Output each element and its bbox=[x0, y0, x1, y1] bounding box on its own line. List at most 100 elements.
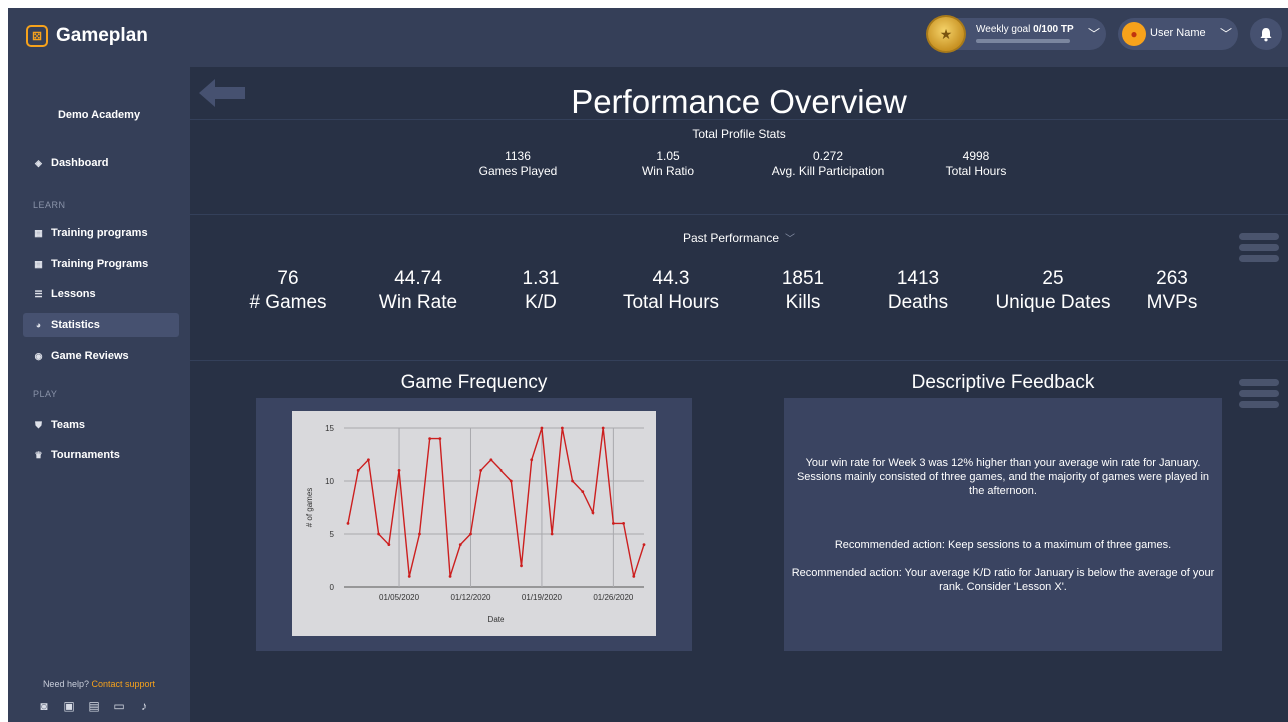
stat-label: Unique Dates bbox=[995, 292, 1111, 313]
data-point bbox=[540, 426, 544, 430]
contact-support-link[interactable]: Contact support bbox=[92, 679, 156, 689]
stat-label: Games Played bbox=[478, 164, 558, 178]
data-point bbox=[448, 575, 452, 578]
data-point bbox=[611, 522, 615, 525]
instagram-icon[interactable]: ◙ bbox=[37, 699, 51, 713]
data-point bbox=[479, 469, 483, 472]
data-point bbox=[397, 469, 401, 472]
data-point bbox=[509, 479, 513, 483]
facebook-icon[interactable]: ▤ bbox=[87, 699, 101, 713]
data-point bbox=[346, 522, 350, 525]
twitch-icon[interactable]: ▭ bbox=[112, 699, 126, 713]
data-point bbox=[367, 458, 370, 462]
calendar-icon: ▦ bbox=[34, 258, 43, 269]
data-point bbox=[530, 458, 534, 462]
game-frequency-title: Game Frequency bbox=[400, 372, 548, 393]
feedback-panel: Your win rate for Week 3 was 12% higher … bbox=[784, 398, 1222, 651]
feedback-paragraph: Your win rate for Week 3 was 12% higher … bbox=[796, 456, 1210, 497]
dashboard-icon: ◈ bbox=[35, 157, 42, 168]
divider bbox=[190, 214, 1288, 215]
sidebar-item-label: Dashboard bbox=[51, 157, 109, 169]
medal-icon: ★ bbox=[926, 15, 966, 53]
stat-label: Total Hours bbox=[622, 292, 720, 313]
stat-value: 1.31 bbox=[522, 268, 560, 289]
app-logo[interactable]: ⚄ Gameplan bbox=[26, 25, 148, 47]
sidebar-item-training-programs[interactable]: ▦ Training programs bbox=[23, 221, 179, 245]
stat-label: # Games bbox=[249, 292, 327, 313]
sidebar-item-label: Game Reviews bbox=[51, 350, 129, 362]
sidebar: Demo Academy ◈ Dashboard LEARN ▦ Trainin… bbox=[8, 67, 190, 722]
y-tick-label: 10 bbox=[325, 477, 334, 486]
stat-label: Kills bbox=[785, 292, 821, 313]
data-point bbox=[428, 437, 432, 440]
user-menu[interactable]: ● User Name ﹀ bbox=[1118, 18, 1238, 50]
gameplan-logo-icon: ⚄ bbox=[26, 25, 48, 47]
data-point bbox=[407, 575, 411, 578]
divider bbox=[190, 119, 1288, 120]
past-performance-dropdown[interactable]: Past Performance ﹀ bbox=[190, 230, 1288, 245]
user-name: User Name bbox=[1150, 27, 1206, 39]
sidebar-item-label: Statistics bbox=[51, 319, 100, 331]
sidebar-item-lessons[interactable]: ☰ Lessons bbox=[23, 282, 179, 306]
data-point bbox=[520, 564, 523, 568]
feedback-paragraph: Recommended action: Your average K/D rat… bbox=[791, 566, 1215, 593]
stat-label: MVPs bbox=[1146, 292, 1198, 313]
y-tick-label: 15 bbox=[325, 424, 334, 433]
drag-handle-icon[interactable] bbox=[1239, 233, 1279, 262]
x-axis-label: Date bbox=[488, 615, 505, 624]
data-point bbox=[581, 490, 585, 493]
tiktok-icon[interactable]: ♪ bbox=[137, 699, 151, 713]
y-tick-label: 0 bbox=[330, 583, 335, 592]
weekly-goal-dropdown[interactable]: ★ Weekly goal 0/100 TP ﹀ bbox=[926, 15, 1106, 53]
data-point bbox=[550, 532, 554, 536]
chevron-down-icon: ﹀ bbox=[1088, 27, 1101, 41]
stat-value: 25 bbox=[1042, 268, 1064, 289]
drag-handle-icon[interactable] bbox=[1239, 379, 1279, 408]
academy-name: Demo Academy bbox=[57, 109, 141, 121]
chevron-down-icon: ﹀ bbox=[1220, 27, 1233, 41]
sidebar-item-training-programs-2[interactable]: ▦ Training Programs bbox=[23, 252, 179, 276]
data-point bbox=[489, 458, 493, 462]
calendar-icon: ▦ bbox=[34, 227, 43, 238]
sidebar-item-tournaments[interactable]: ♛ Tournaments bbox=[23, 443, 179, 467]
past-stat-deaths: 1413 Deaths bbox=[880, 267, 956, 315]
sidebar-item-dashboard[interactable]: ◈ Dashboard bbox=[23, 151, 179, 175]
bell-icon[interactable] bbox=[1250, 18, 1282, 50]
sidebar-item-teams[interactable]: ⛊ Teams bbox=[23, 413, 179, 437]
data-point bbox=[356, 469, 360, 472]
data-point bbox=[560, 426, 564, 430]
x-tick-label: 01/12/2020 bbox=[450, 593, 491, 602]
sidebar-item-game-reviews[interactable]: ◉ Game Reviews bbox=[23, 344, 179, 368]
shield-icon: ⛊ bbox=[35, 419, 42, 430]
data-point bbox=[499, 469, 503, 472]
stat-value: 44.74 bbox=[394, 268, 442, 289]
y-axis-label: # of games bbox=[305, 488, 314, 528]
stat-label: Win Ratio bbox=[641, 164, 694, 178]
stat-value: 263 bbox=[1156, 268, 1188, 289]
app-name: Gameplan bbox=[56, 25, 148, 46]
x-tick-label: 01/19/2020 bbox=[522, 593, 563, 602]
weekly-goal-text: Weekly goal 0/100 TP bbox=[976, 24, 1074, 35]
top-bar: ⚄ Gameplan ★ Weekly goal 0/100 TP ﹀ ● Us… bbox=[8, 8, 1288, 67]
trophy-icon: ♛ bbox=[34, 449, 43, 460]
stat-label: Win Rate bbox=[378, 292, 458, 313]
series-line bbox=[347, 427, 645, 577]
profile-stats-title: Total Profile Stats bbox=[692, 127, 786, 141]
help-label: Need help? bbox=[42, 679, 89, 689]
past-stat-unique-dates: 25 Unique Dates bbox=[978, 267, 1128, 315]
feedback-title: Descriptive Feedback bbox=[911, 372, 1095, 393]
weekly-goal-progress bbox=[976, 39, 1070, 43]
data-point bbox=[571, 479, 574, 483]
profile-stat-games-played: 1136 Games Played bbox=[468, 149, 568, 179]
sidebar-item-statistics[interactable]: ◕ Statistics bbox=[23, 313, 179, 337]
stat-value: 1851 bbox=[781, 268, 825, 289]
data-point bbox=[438, 437, 442, 440]
stat-label: K/D bbox=[525, 292, 557, 313]
data-point bbox=[387, 543, 391, 546]
section-label-learn: LEARN bbox=[33, 200, 66, 210]
data-point bbox=[377, 532, 381, 536]
data-point bbox=[601, 426, 605, 430]
stat-value: 1413 bbox=[896, 268, 940, 289]
twitter-icon[interactable]: ▣ bbox=[62, 699, 76, 713]
social-links: ◙ ▣ ▤ ▭ ♪ bbox=[37, 699, 151, 713]
